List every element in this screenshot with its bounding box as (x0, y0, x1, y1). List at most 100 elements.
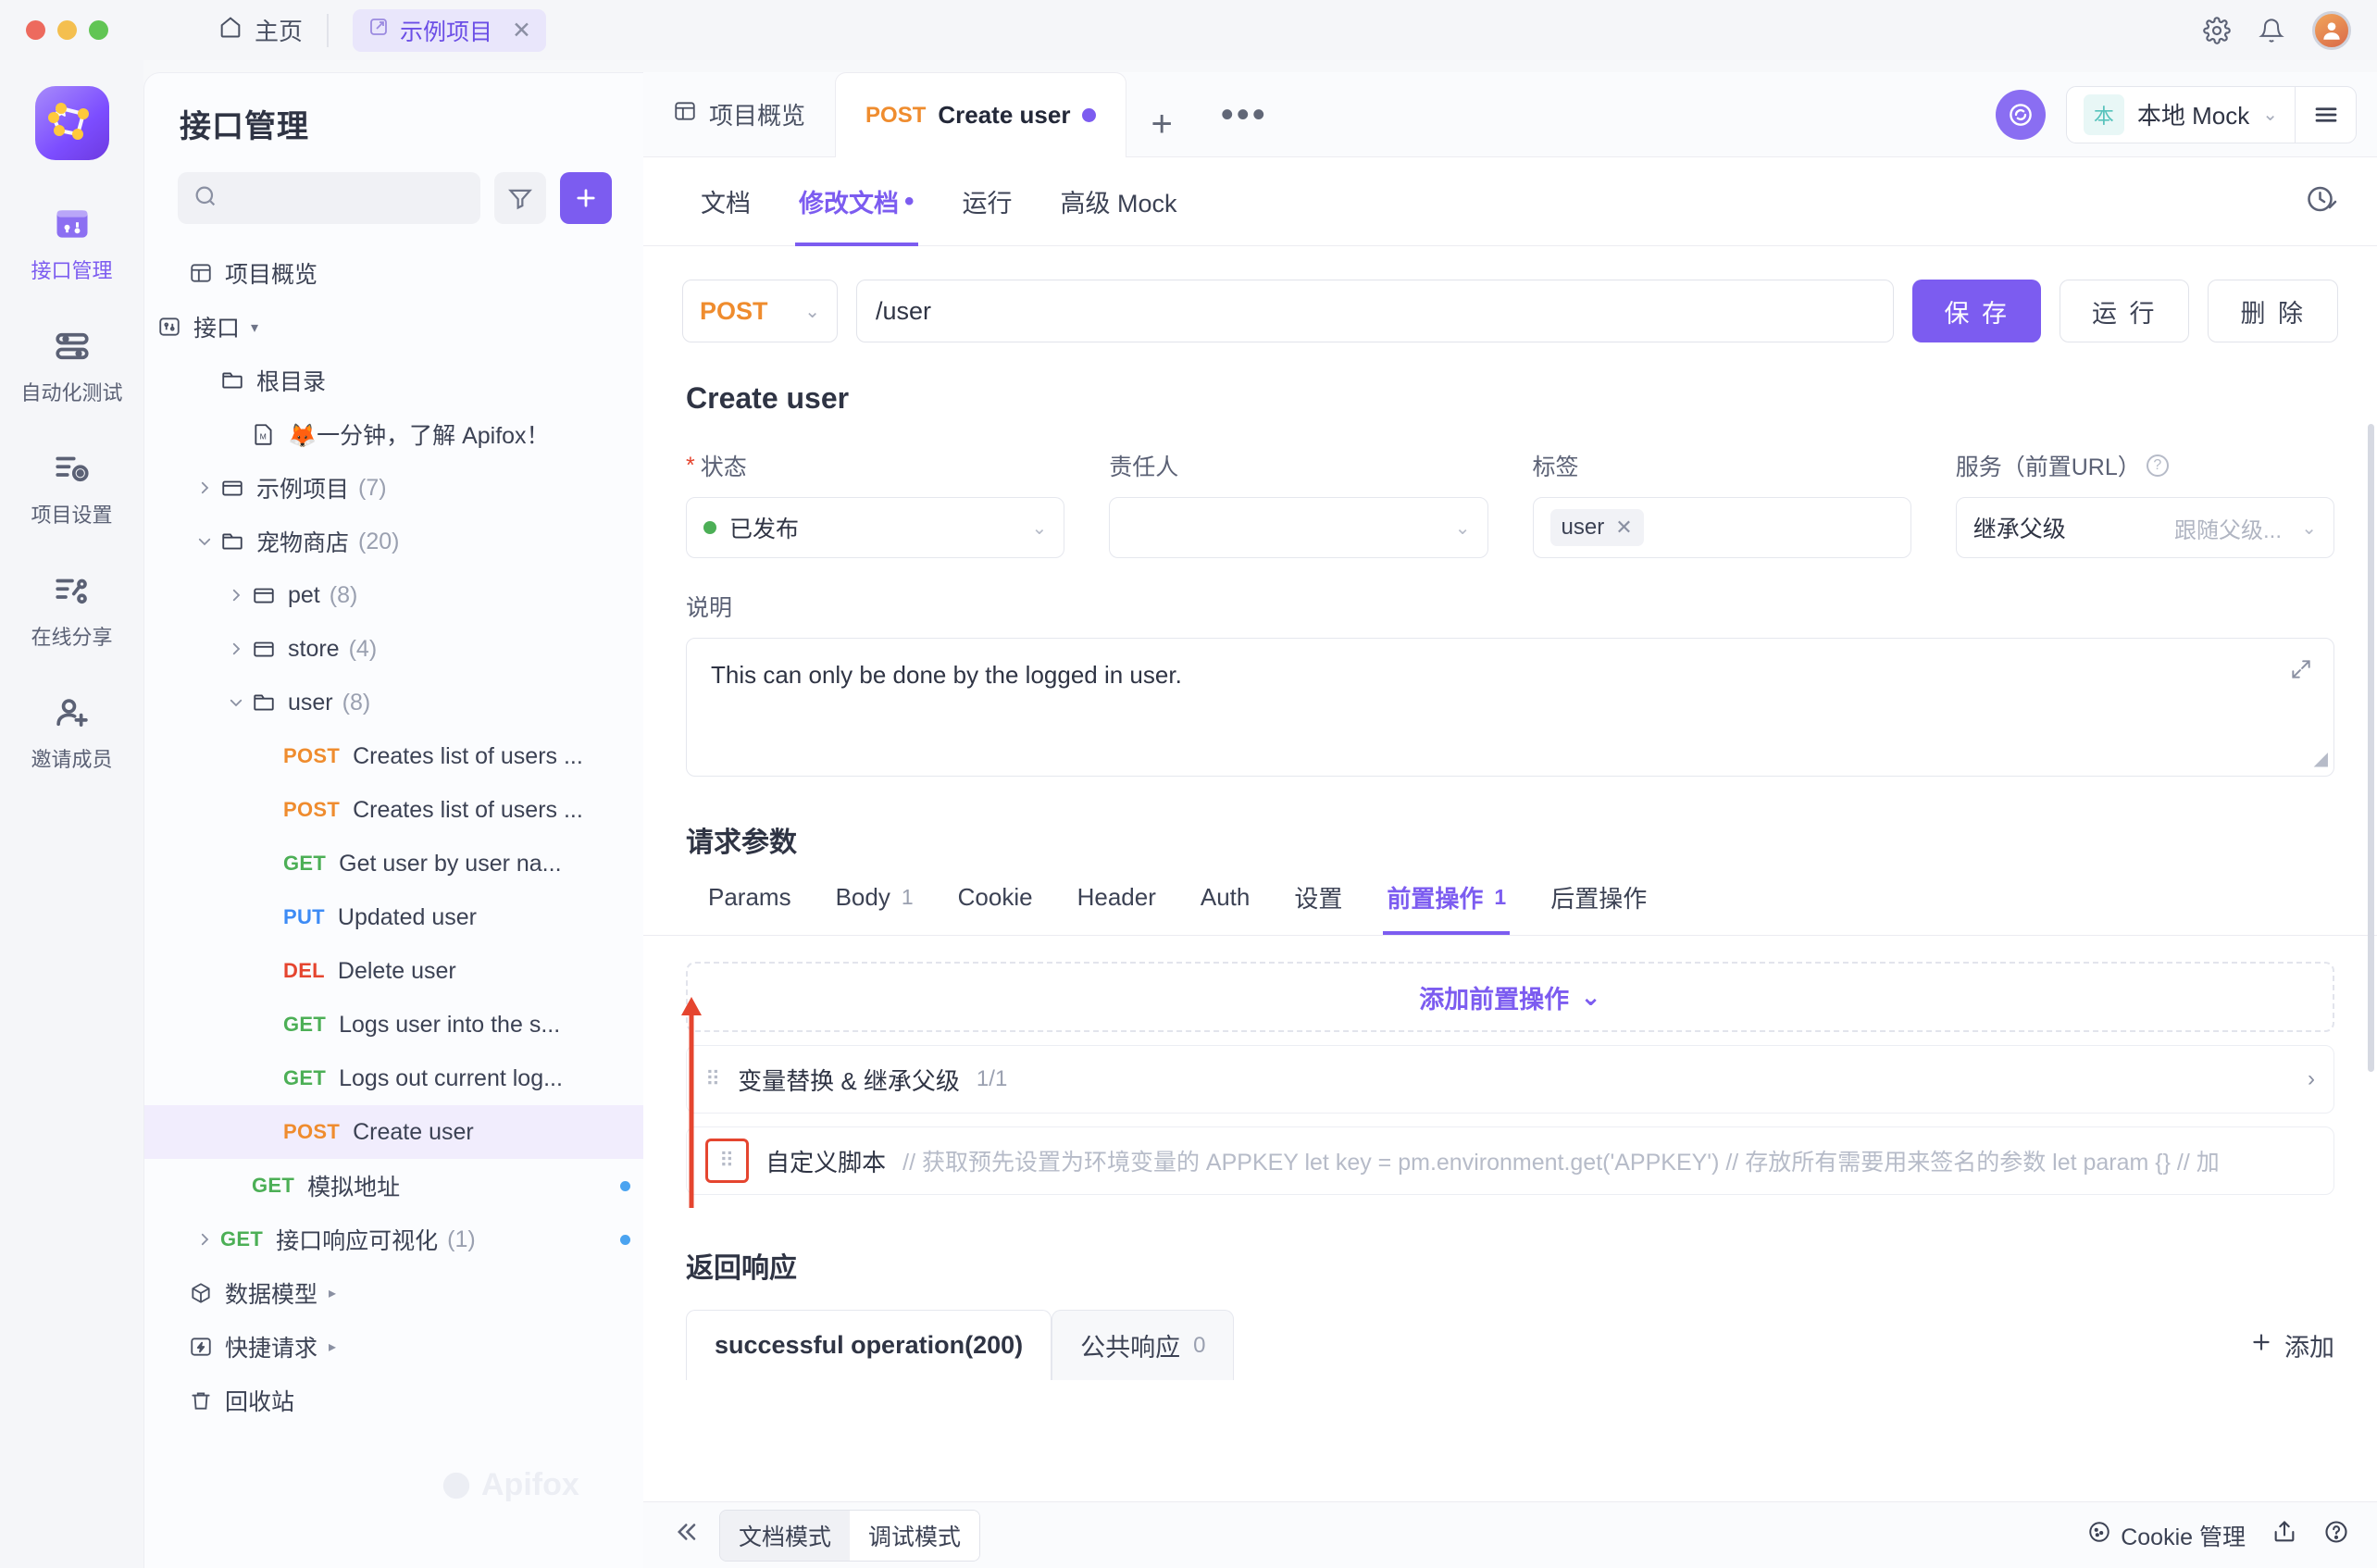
tree-item[interactable]: GETLogs out current log... (144, 1052, 643, 1105)
add-response-label: 添加 (2284, 1327, 2334, 1363)
param-tab-后置操作[interactable]: 后置操作 (1528, 880, 1669, 935)
tree-item[interactable]: 数据模型▸ (144, 1266, 643, 1320)
chevron-down-icon[interactable]: ▾ (251, 317, 258, 337)
expand-icon[interactable] (2289, 657, 2313, 688)
operation-row-variable-replace[interactable]: ⠿ 变量替换 & 继承父级 1/1 › (686, 1045, 2334, 1114)
service-select[interactable]: 继承父级 跟随父级... ⌄ (1956, 497, 2334, 558)
gear-icon[interactable] (2203, 17, 2231, 44)
remove-tag-icon[interactable]: ✕ (1615, 516, 1632, 540)
run-button[interactable]: 运 行 (2060, 280, 2190, 342)
chevron-right-icon[interactable] (189, 479, 220, 496)
tree-item[interactable]: 宠物商店(20) (144, 515, 643, 568)
help-icon[interactable]: ? (2147, 454, 2169, 477)
response-tab-success[interactable]: successful operation(200) (686, 1310, 1052, 1380)
subtab-高级 Mock[interactable]: 高级 Mock (1037, 157, 1201, 246)
sync-icon[interactable] (1996, 90, 2046, 140)
history-edit-icon[interactable] (2305, 182, 2338, 220)
chevron-down-icon[interactable] (189, 533, 220, 550)
add-pre-operation-button[interactable]: 添加前置操作 ⌄ (686, 962, 2334, 1032)
resize-handle[interactable]: ◢ (2314, 747, 2328, 770)
filter-icon[interactable] (494, 172, 546, 224)
param-tab-Header[interactable]: Header (1055, 883, 1178, 932)
subtab-运行[interactable]: 运行 (939, 157, 1037, 246)
environment-selector[interactable]: 本 本地 Mock ⌄ (2066, 86, 2357, 143)
tab-project-overview[interactable]: 项目概览 (643, 71, 835, 156)
chevron-right-icon[interactable] (220, 587, 252, 604)
tree-item[interactable]: POSTCreate user (144, 1105, 643, 1159)
tree-item[interactable]: store(4) (144, 622, 643, 676)
share-icon[interactable] (2271, 1519, 2297, 1551)
close-icon[interactable]: ✕ (512, 17, 531, 44)
maximize-window-button[interactable] (89, 20, 108, 40)
param-tab-Body[interactable]: Body1 (814, 883, 936, 932)
sidebar-item-api-management[interactable]: 接口管理 (3, 203, 142, 284)
param-tab-前置操作[interactable]: 前置操作1 (1364, 880, 1528, 935)
tree-item[interactable]: 快捷请求▸ (144, 1320, 643, 1374)
cookie-manage-button[interactable]: Cookie 管理 (2087, 1519, 2246, 1552)
chevron-right-icon[interactable] (189, 1231, 220, 1248)
tab-create-user[interactable]: POST Create user (835, 72, 1126, 157)
tree-item[interactable]: user(8) (144, 676, 643, 729)
new-tab-button[interactable]: + (1126, 104, 1196, 156)
tree-item[interactable]: POSTCreates list of users ... (144, 729, 643, 783)
operation-row-custom-script[interactable]: ⠿ 自定义脚本 // 获取预先设置为环境变量的 APPKEY let key =… (686, 1126, 2334, 1195)
main-scrollbar[interactable] (2368, 424, 2374, 1072)
subtab-文档[interactable]: 文档 (677, 157, 775, 246)
tree-item[interactable]: GETGet user by user na... (144, 837, 643, 890)
project-tab[interactable]: 示例项目 ✕ (353, 9, 546, 52)
url-input[interactable]: /user (856, 280, 1894, 342)
sidebar-item-invite-member[interactable]: 邀请成员 (3, 691, 142, 773)
subtab-修改文档[interactable]: 修改文档• (775, 157, 939, 246)
add-api-button[interactable] (560, 172, 612, 224)
window-controls[interactable] (26, 20, 108, 40)
tree-item[interactable]: 接口▾ (144, 300, 643, 354)
minimize-window-button[interactable] (57, 20, 77, 40)
sidebar-item-online-share[interactable]: 在线分享 (3, 569, 142, 651)
search-input[interactable] (178, 172, 480, 224)
drag-handle-icon[interactable]: ⠿ (705, 1069, 721, 1089)
tree-item[interactable]: 回收站 (144, 1374, 643, 1427)
param-tab-Params[interactable]: Params (686, 883, 814, 932)
tree-item[interactable]: pet(8) (144, 568, 643, 622)
tree-item[interactable]: M🦊一分钟，了解 Apifox！ (144, 407, 643, 461)
delete-button[interactable]: 删 除 (2208, 280, 2338, 342)
tree-item[interactable]: GETLogs user into the s... (144, 998, 643, 1052)
mode-doc-button[interactable]: 文档模式 (720, 1511, 850, 1561)
drag-handle-icon[interactable]: ⠿ (705, 1139, 749, 1183)
sidebar-item-automation-test[interactable]: 自动化测试 (3, 325, 142, 406)
mode-debug-button[interactable]: 调试模式 (850, 1511, 979, 1561)
collapse-left-icon[interactable] (671, 1518, 699, 1552)
owner-select[interactable]: ⌄ (1109, 497, 1487, 558)
tag-chip[interactable]: user ✕ (1550, 509, 1644, 546)
param-tab-Auth[interactable]: Auth (1178, 883, 1273, 932)
tree-item[interactable]: POSTCreates list of users ... (144, 783, 643, 837)
avatar[interactable] (2312, 11, 2351, 50)
description-textarea[interactable]: This can only be done by the logged in u… (686, 638, 2334, 777)
save-button[interactable]: 保 存 (1912, 280, 2041, 342)
tree-item[interactable]: 项目概览 (144, 246, 643, 300)
tree-item[interactable]: PUTUpdated user (144, 890, 643, 944)
bell-icon[interactable] (2259, 18, 2284, 44)
tab-more-button[interactable]: ••• (1197, 94, 1292, 156)
hamburger-icon[interactable] (2295, 86, 2356, 143)
sidebar-item-project-settings[interactable]: 项目设置 (3, 447, 142, 529)
home-tab[interactable]: 主页 (218, 13, 303, 47)
chevron-right-icon[interactable]: › (2308, 1066, 2315, 1092)
tree-item[interactable]: GET接口响应可视化(1) (144, 1213, 643, 1266)
response-tab-public[interactable]: 公共响应 0 (1052, 1310, 1234, 1380)
tree-item[interactable]: DELDelete user (144, 944, 643, 998)
chevron-right-icon[interactable] (220, 641, 252, 657)
param-tab-Cookie[interactable]: Cookie (936, 883, 1055, 932)
add-response-button[interactable]: 添加 (2249, 1327, 2334, 1363)
close-window-button[interactable] (26, 20, 45, 40)
chevron-down-icon[interactable] (220, 694, 252, 711)
http-method-select[interactable]: POST ⌄ (682, 280, 838, 342)
help-icon[interactable] (2323, 1519, 2349, 1551)
tree-item[interactable]: 根目录 (144, 354, 643, 407)
tree-item[interactable]: 示例项目(7) (144, 461, 643, 515)
tree-item[interactable]: GET模拟地址 (144, 1159, 643, 1213)
status-select[interactable]: 已发布 ⌄ (686, 497, 1064, 558)
tags-input[interactable]: user ✕ (1533, 497, 1911, 558)
param-tab-设置[interactable]: 设置 (1272, 880, 1364, 935)
sidebar-item-label: 邀请成员 (31, 743, 112, 773)
